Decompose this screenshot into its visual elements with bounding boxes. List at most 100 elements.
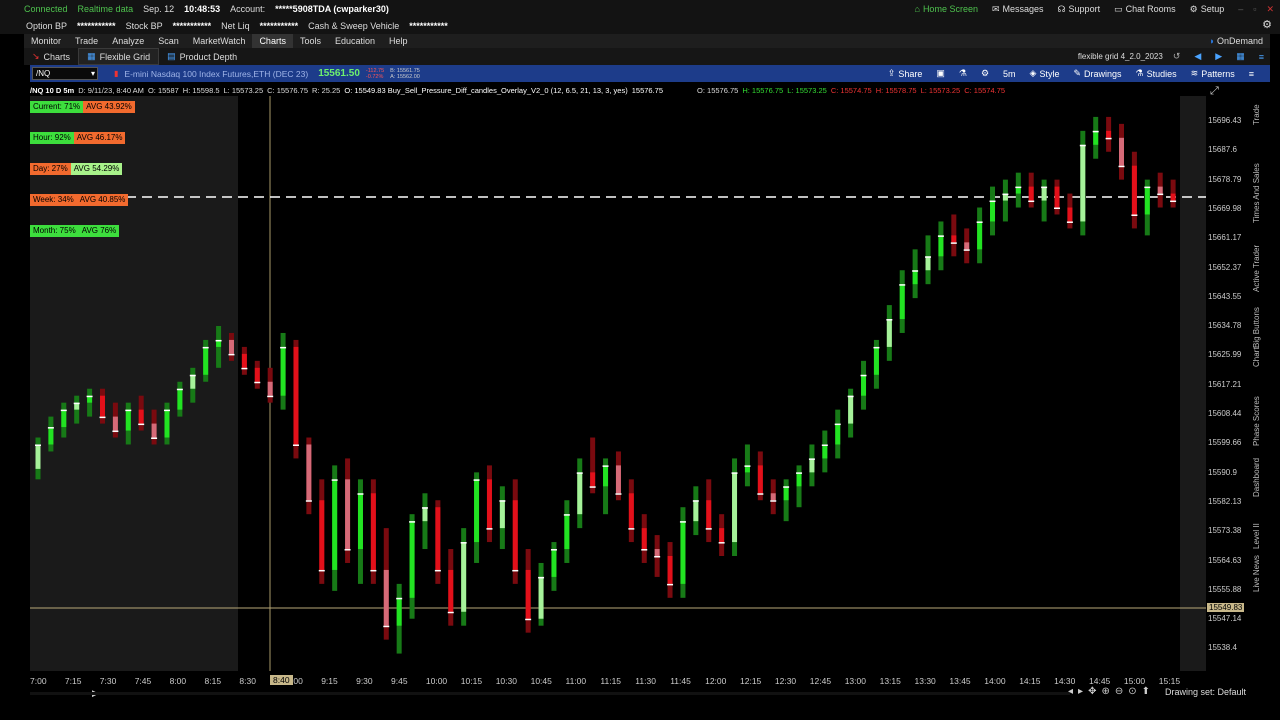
side-tab[interactable]: Dashboard [1252, 458, 1261, 497]
timeframe-button[interactable]: 5m [1003, 69, 1016, 79]
back-arrow-icon[interactable]: ◀ [1194, 51, 1201, 62]
menu-education[interactable]: Education [328, 34, 382, 48]
candle-body[interactable] [667, 556, 673, 584]
chart-settings-icon[interactable]: ⚙ [981, 68, 989, 79]
candle-body[interactable] [977, 221, 983, 250]
symbol-input[interactable]: /NQ ▾ [32, 67, 98, 80]
candle-body[interactable] [357, 493, 363, 550]
candle-body[interactable] [1054, 186, 1060, 208]
toolbar-menu-icon[interactable]: ≡ [1249, 69, 1254, 79]
candle-body[interactable] [370, 493, 376, 570]
candle-body[interactable] [861, 374, 867, 396]
candle-body[interactable] [1093, 130, 1099, 145]
candle-body[interactable] [112, 416, 118, 431]
menu-analyze[interactable]: Analyze [105, 34, 151, 48]
candle-body[interactable] [590, 472, 596, 487]
chart-area[interactable]: Current: 71% AVG 43.92% Hour: 92% AVG 46.1… [30, 96, 1206, 671]
candle-body[interactable] [990, 200, 996, 222]
patterns-button[interactable]: ≋ Patterns [1191, 68, 1235, 79]
ondemand-button[interactable]: ◑ OnDemand [1202, 34, 1270, 48]
side-tab[interactable]: Phase Scores [1252, 396, 1261, 446]
side-tab[interactable]: Trade [1252, 104, 1261, 125]
candle-body[interactable] [1080, 144, 1086, 222]
link-icon[interactable]: ▮ [114, 69, 118, 78]
candle-body[interactable] [538, 576, 544, 619]
forward-arrow-icon[interactable]: ▶ [1215, 51, 1222, 62]
candle-body[interactable] [693, 500, 699, 522]
scroll-right-icon[interactable]: ▸ [1078, 686, 1083, 697]
candle-body[interactable] [1028, 186, 1034, 201]
share-button[interactable]: ⇪ Share [888, 68, 923, 79]
menu-help[interactable]: Help [382, 34, 415, 48]
candle-body[interactable] [641, 528, 647, 550]
menu-marketwatch[interactable]: MarketWatch [186, 34, 253, 48]
candle-body[interactable] [615, 465, 621, 494]
candle-body[interactable] [835, 423, 841, 445]
candle-body[interactable] [61, 409, 67, 428]
tab-flexible-grid[interactable]: ▦ Flexible Grid [78, 48, 160, 65]
home-screen-button[interactable]: ⌂ Home Screen [915, 4, 978, 14]
candle-body[interactable] [1170, 193, 1176, 201]
menu-tools[interactable]: Tools [293, 34, 328, 48]
candle-body[interactable] [306, 444, 312, 501]
candle-body[interactable] [486, 479, 492, 529]
candle-body[interactable] [35, 444, 41, 469]
candle-body[interactable] [474, 479, 480, 543]
chat-rooms-button[interactable]: ▭ Chat Rooms [1114, 4, 1176, 15]
drawings-button[interactable]: ✎ Drawings [1073, 68, 1121, 79]
candle-body[interactable] [48, 427, 54, 445]
candle-body[interactable] [783, 486, 789, 501]
magnify-icon[interactable]: ⊙ [1128, 686, 1136, 697]
candle-body[interactable] [770, 493, 776, 501]
candle-body[interactable] [564, 514, 570, 550]
candle-body[interactable] [925, 256, 931, 271]
grid-name[interactable]: flexible grid 4_2.0_2023 [1078, 52, 1163, 61]
candle-body[interactable] [796, 472, 802, 487]
candle-body[interactable] [396, 597, 402, 626]
candle-body[interactable] [164, 409, 170, 438]
candle-body[interactable] [319, 500, 325, 570]
pan-icon[interactable]: ✥ [1088, 686, 1096, 697]
candle-body[interactable] [99, 395, 105, 417]
candle-body[interactable] [706, 500, 712, 529]
side-tab[interactable]: Live News [1252, 555, 1261, 592]
undo-icon[interactable]: ↺ [1173, 51, 1181, 62]
candle-body[interactable] [680, 521, 686, 584]
candle-body[interactable] [551, 549, 557, 577]
candle-body[interactable] [1106, 130, 1112, 138]
candle-body[interactable] [383, 569, 389, 626]
candle-body[interactable] [499, 500, 505, 529]
candle-body[interactable] [138, 409, 144, 424]
tab-charts[interactable]: ↘ Charts [24, 48, 78, 65]
candle-body[interactable] [448, 569, 454, 612]
candle-body[interactable] [873, 346, 879, 375]
setup-button[interactable]: ⚙ Setup [1190, 4, 1225, 15]
candle-body[interactable] [280, 346, 286, 396]
candle-body[interactable] [228, 339, 234, 354]
menu-icon[interactable]: ≡ [1259, 52, 1264, 62]
drawing-set-label[interactable]: Drawing set: Default [1165, 687, 1246, 697]
settings-gear-icon[interactable]: ⚙ [1262, 18, 1272, 31]
zoom-in-icon[interactable]: ⊕ [1101, 686, 1109, 697]
candle-body[interactable] [254, 367, 260, 382]
candle-body[interactable] [1041, 186, 1047, 201]
scroll-left-icon[interactable]: ◂ [1068, 686, 1073, 697]
maximize-icon[interactable]: ▫ [1253, 4, 1256, 14]
candle-body[interactable] [757, 465, 763, 494]
candle-body[interactable] [1067, 207, 1073, 222]
candle-body[interactable] [1131, 165, 1137, 215]
candle-body[interactable] [293, 346, 299, 445]
tab-product-depth[interactable]: ▤ Product Depth [159, 48, 245, 65]
side-tab[interactable]: Active Trader [1252, 245, 1261, 292]
style-button[interactable]: ◈ Style [1030, 68, 1060, 79]
candle-body[interactable] [1157, 186, 1163, 194]
menu-monitor[interactable]: Monitor [24, 34, 68, 48]
candle-body[interactable] [512, 500, 518, 570]
candle-body[interactable] [964, 242, 970, 250]
support-button[interactable]: ☊ Support [1058, 4, 1101, 15]
candle-body[interactable] [125, 409, 131, 431]
menu-trade[interactable]: Trade [68, 34, 105, 48]
candle-body[interactable] [345, 479, 351, 550]
candle-body[interactable] [461, 542, 467, 612]
side-tab[interactable]: Times And Sales [1252, 163, 1261, 223]
